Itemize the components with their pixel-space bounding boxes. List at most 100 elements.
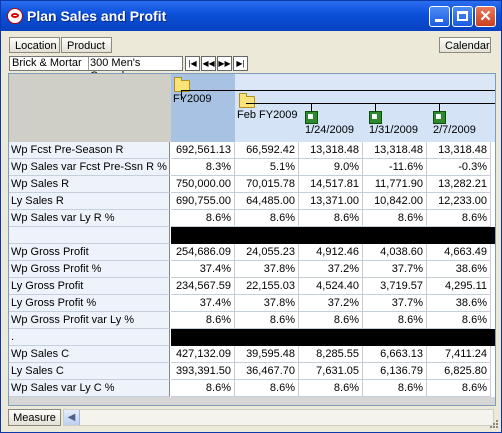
table-cell[interactable]: 4,912.46 [299,244,363,261]
table-cell[interactable]: 6,663.13 [363,346,427,363]
maximize-button[interactable] [452,6,473,27]
row-label[interactable]: Wp Sales R [9,176,170,193]
table-cell[interactable]: 24,055.23 [235,244,299,261]
table-cell[interactable]: 4,295.11 [427,278,491,295]
table-cell[interactable]: 13,318.48 [363,142,427,159]
table-cell[interactable]: 6,825.80 [427,363,491,380]
table-cell[interactable]: 8.6% [235,380,299,397]
row-label[interactable]: Wp Sales var Ly C % [9,380,170,397]
table-cell[interactable]: 7,631.05 [299,363,363,380]
table-cell[interactable]: 14,517.81 [299,176,363,193]
context-product[interactable]: 300 Men's Casuals [88,57,182,82]
table-cell[interactable]: 13,318.48 [299,142,363,159]
column-feb[interactable]: Feb FY2009 [237,109,298,121]
column-week3[interactable]: 2/7/2009 [433,124,476,136]
row-label[interactable]: Wp Sales C [9,346,170,363]
table-cell[interactable]: 750,000.00 [171,176,235,193]
row-label[interactable]: Ly Gross Profit % [9,295,170,312]
resize-grip-icon[interactable] [489,419,499,429]
week-icon[interactable] [369,111,382,124]
table-cell[interactable]: 22,155.03 [235,278,299,295]
table-cell[interactable]: 8.6% [235,210,299,227]
calendar-button[interactable]: Calendar [439,37,491,53]
table-cell[interactable]: 8.6% [171,380,235,397]
column-week1[interactable]: 1/24/2009 [305,124,354,136]
table-cell[interactable]: 13,318.48 [427,142,491,159]
table-cell[interactable]: 8,285.55 [299,346,363,363]
table-cell[interactable]: 8.6% [427,210,491,227]
column-fy[interactable]: FY2009 [173,93,212,105]
table-cell[interactable]: 4,524.40 [299,278,363,295]
table-cell[interactable]: 4,038.60 [363,244,427,261]
table-cell[interactable]: 36,467.70 [235,363,299,380]
measure-button[interactable]: Measure [8,409,61,426]
table-cell[interactable]: 8.6% [299,210,363,227]
table-cell[interactable]: 8.6% [299,380,363,397]
table-cell[interactable]: 254,686.09 [171,244,235,261]
table-cell[interactable]: 8.6% [363,210,427,227]
column-week2[interactable]: 1/31/2009 [369,124,418,136]
table-cell[interactable]: 37.4% [171,295,235,312]
week-icon[interactable] [433,111,446,124]
table-cell[interactable]: 8.6% [171,312,235,329]
row-label[interactable]: Ly Sales C [9,363,170,380]
table-cell[interactable]: 37.2% [299,261,363,278]
table-cell[interactable]: 234,567.59 [171,278,235,295]
row-label[interactable]: Wp Gross Profit [9,244,170,261]
table-cell[interactable]: 3,719.57 [363,278,427,295]
table-cell[interactable]: 37.8% [235,295,299,312]
table-cell[interactable]: 4,663.49 [427,244,491,261]
table-cell[interactable]: 8.6% [235,312,299,329]
table-cell[interactable]: 7,411.24 [427,346,491,363]
row-label[interactable]: Ly Sales R [9,193,170,210]
table-cell[interactable]: 8.6% [299,312,363,329]
table-cell[interactable]: 37.4% [171,261,235,278]
prev-page-icon[interactable]: ◀◀ [201,56,216,71]
table-cell[interactable]: 692,561.13 [171,142,235,159]
next-page-icon[interactable]: ▶▶ [217,56,232,71]
row-label[interactable]: Wp Sales var Fcst Pre-Ssn R % [9,159,170,176]
table-cell[interactable]: 6,136.79 [363,363,427,380]
week-icon[interactable] [305,111,318,124]
last-page-icon[interactable]: ▶| [233,56,248,71]
table-cell[interactable]: 8.3% [171,159,235,176]
table-cell[interactable]: 12,233.00 [427,193,491,210]
table-cell[interactable]: 37.7% [363,295,427,312]
table-cell[interactable]: 70,015.78 [235,176,299,193]
table-cell[interactable]: 38.6% [427,261,491,278]
table-cell[interactable]: 66,592.42 [235,142,299,159]
table-cell[interactable]: 64,485.00 [235,193,299,210]
table-cell[interactable]: 8.6% [363,380,427,397]
row-label[interactable]: . [9,329,170,346]
table-cell[interactable]: 8.6% [427,380,491,397]
table-cell[interactable]: 38.6% [427,295,491,312]
table-cell[interactable]: 39,595.48 [235,346,299,363]
table-cell[interactable]: 37.7% [363,261,427,278]
row-label[interactable]: Ly Gross Profit [9,278,170,295]
table-cell[interactable]: 9.0% [299,159,363,176]
table-cell[interactable]: -11.6% [363,159,427,176]
table-cell[interactable]: 37.8% [235,261,299,278]
row-label[interactable]: Wp Gross Profit var Ly % [9,312,170,329]
close-button[interactable]: ✕ [475,6,496,27]
row-label[interactable]: Wp Gross Profit % [9,261,170,278]
row-label[interactable] [9,227,170,244]
table-cell[interactable]: -0.3% [427,159,491,176]
table-cell[interactable]: 37.2% [299,295,363,312]
row-label[interactable]: Wp Fcst Pre-Season R [9,142,170,159]
table-cell[interactable]: 427,132.09 [171,346,235,363]
table-cell[interactable]: 11,771.90 [363,176,427,193]
minimize-button[interactable] [429,6,450,27]
context-location[interactable]: Brick & Mortar [10,57,89,70]
context-selector[interactable]: Brick & Mortar 300 Men's Casuals [9,56,183,82]
row-label[interactable]: Wp Sales var Ly R % [9,210,170,227]
location-button[interactable]: Location [9,37,60,53]
table-cell[interactable]: 8.6% [171,210,235,227]
table-cell[interactable]: 8.6% [363,312,427,329]
scroll-left-icon[interactable]: ◀ [64,410,80,425]
table-cell[interactable]: 13,371.00 [299,193,363,210]
table-cell[interactable]: 393,391.50 [171,363,235,380]
table-cell[interactable]: 8.6% [427,312,491,329]
table-cell[interactable]: 13,282.21 [427,176,491,193]
product-button[interactable]: Product [61,37,112,53]
